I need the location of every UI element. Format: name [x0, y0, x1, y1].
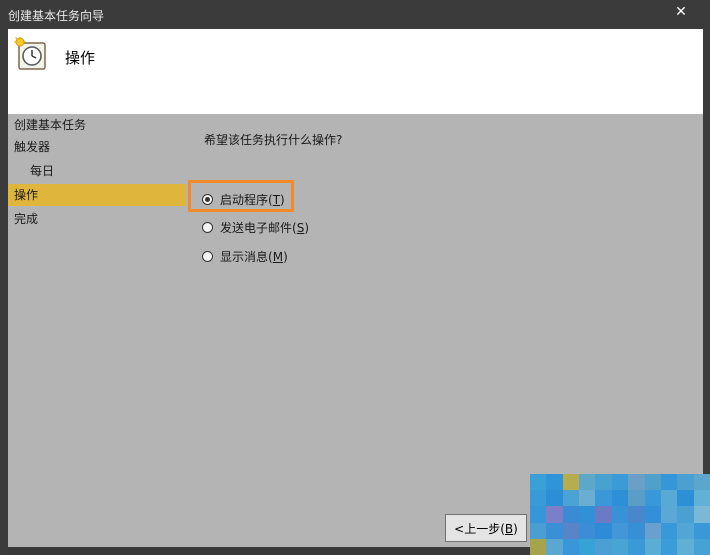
mosaic-cell [530, 506, 547, 523]
mosaic-cell [579, 506, 596, 523]
task-clock-icon [14, 37, 46, 70]
mosaic-cell [530, 474, 547, 491]
title-bar: 创建基本任务向导 ✕ [0, 0, 710, 29]
mosaic-cell [546, 474, 563, 491]
option-label: 显示消息(M) [220, 249, 288, 264]
radio-show-message[interactable] [202, 250, 213, 262]
mosaic-cell [677, 474, 694, 491]
mosaic-cell [530, 538, 547, 555]
mosaic-cell [628, 474, 645, 491]
mosaic-cell [611, 474, 629, 491]
mosaic-cell [644, 474, 661, 491]
nav-item-trigger[interactable]: 触发器 [14, 136, 50, 158]
mosaic-cell [595, 522, 612, 539]
mosaic-cell [693, 506, 710, 523]
close-icon[interactable]: ✕ [672, 3, 690, 21]
mosaic-cell [546, 490, 563, 507]
option-label: 启动程序(T) [220, 192, 285, 207]
wizard-header: 操作 [8, 29, 703, 114]
mosaic-cell [595, 490, 612, 507]
mosaic-cell [611, 522, 629, 539]
mosaic-cell [595, 538, 612, 555]
mosaic-cell [546, 538, 563, 555]
option-label: 发送电子邮件(S) [220, 220, 310, 235]
mosaic-cell [677, 506, 694, 523]
mosaic-cell [595, 474, 612, 491]
mosaic-cell [677, 490, 694, 507]
radio-send-email[interactable] [202, 221, 213, 233]
mosaic-cell [660, 474, 678, 491]
page-heading: 操作 [65, 49, 96, 67]
nav-item-create-task[interactable]: 创建基本任务 [14, 114, 86, 136]
mosaic-cell [530, 490, 547, 507]
radio-start-program[interactable] [202, 193, 213, 205]
mosaic-cell [546, 522, 563, 539]
mosaic-cell [611, 490, 629, 507]
mosaic-cell [595, 506, 612, 523]
mosaic-cell [579, 490, 596, 507]
mosaic-cell [660, 490, 678, 507]
mosaic-cell [530, 522, 547, 539]
mosaic-cell [546, 506, 563, 523]
mosaic-cell [562, 538, 580, 555]
nav-item-finish[interactable]: 完成 [14, 208, 38, 230]
mosaic-overlay [530, 474, 710, 555]
option-send-email[interactable]: 发送电子邮件(S) [202, 217, 309, 237]
mosaic-cell [628, 490, 645, 507]
mosaic-cell [644, 538, 661, 555]
mosaic-cell [693, 522, 710, 539]
mosaic-cell [677, 522, 694, 539]
mosaic-cell [628, 522, 645, 539]
mosaic-cell [579, 538, 596, 555]
mosaic-cell [562, 474, 580, 491]
mosaic-cell [628, 506, 645, 523]
option-start-program[interactable]: 启动程序(T) [202, 189, 285, 209]
option-show-message[interactable]: 显示消息(M) [202, 246, 288, 266]
mosaic-cell [562, 490, 580, 507]
mosaic-cell [579, 522, 596, 539]
mosaic-cell [660, 506, 678, 523]
mosaic-cell [693, 474, 710, 491]
nav-item-action[interactable]: 操作 [8, 184, 186, 206]
mosaic-cell [660, 522, 678, 539]
mosaic-cell [611, 538, 629, 555]
mosaic-cell [660, 538, 678, 555]
mosaic-cell [579, 474, 596, 491]
mosaic-cell [644, 506, 661, 523]
mosaic-cell [562, 506, 580, 523]
mosaic-cell [693, 538, 710, 555]
mosaic-cell [611, 506, 629, 523]
action-question: 希望该任务执行什么操作? [204, 133, 343, 147]
mosaic-cell [693, 490, 710, 507]
mosaic-cell [644, 490, 661, 507]
mosaic-cell [628, 538, 645, 555]
back-button[interactable]: <上一步(B) [445, 514, 527, 542]
window-title: 创建基本任务向导 [8, 9, 105, 23]
mosaic-cell [644, 522, 661, 539]
window-frame-left [0, 29, 8, 555]
mosaic-cell [562, 522, 580, 539]
mosaic-cell [677, 538, 694, 555]
nav-item-daily[interactable]: 每日 [30, 160, 54, 182]
